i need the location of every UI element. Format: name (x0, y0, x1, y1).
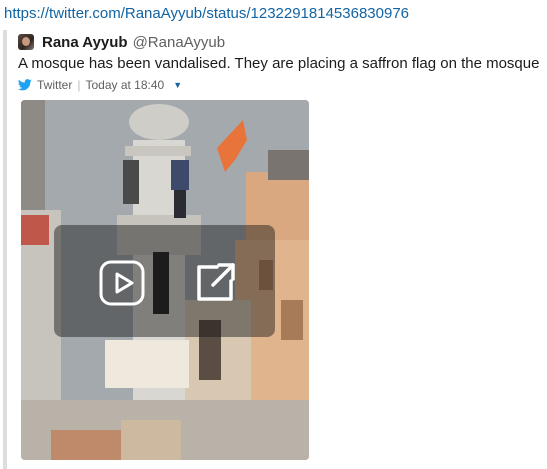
author-avatar[interactable] (18, 34, 34, 50)
attachment-footer: Twitter | Today at 18:40 ▼ (18, 77, 547, 93)
tweet-unfurl-attachment: Rana Ayyub @RanaAyyub A mosque has been … (3, 30, 547, 469)
footer-service-name: Twitter (37, 78, 73, 92)
author-handle[interactable]: @RanaAyyub (133, 34, 226, 51)
author-name[interactable]: Rana Ayyub (42, 34, 128, 51)
tweet-text: A mosque has been vandalised. They are p… (18, 55, 540, 72)
footer-timestamp[interactable]: Today at 18:40 (85, 78, 164, 92)
tweet-url-link[interactable]: https://twitter.com/RanaAyyub/status/123… (4, 5, 409, 22)
play-icon[interactable] (98, 259, 146, 307)
video-thumbnail[interactable] (21, 100, 309, 460)
footer-separator: | (77, 78, 81, 92)
video-controls-overlay (54, 225, 275, 337)
attachment-menu-caret-icon[interactable]: ▼ (173, 80, 182, 90)
twitter-bird-icon (18, 79, 32, 91)
author-row: Rana Ayyub @RanaAyyub (18, 32, 547, 52)
open-external-icon[interactable] (193, 261, 237, 305)
